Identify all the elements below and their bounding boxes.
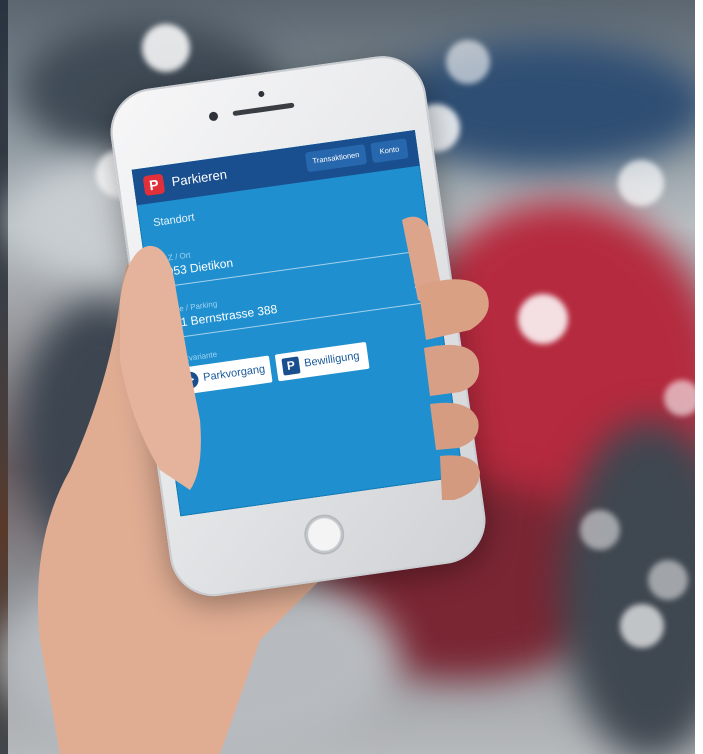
right-edge-white [695,0,703,754]
app-logo: P [142,173,166,197]
bokeh-light [580,510,620,550]
home-button[interactable] [301,511,347,558]
app-header: P Parkieren Transaktionen Konto [131,129,420,206]
bewilligung-button[interactable]: P Bewilligung [274,341,370,382]
section-title-standort: Standort [152,211,196,230]
proximity-sensor [257,90,265,98]
app-title: Parkieren [170,166,228,190]
parking-p-icon: P [281,356,301,376]
bokeh-light [446,40,490,84]
bokeh-light [648,560,688,600]
bokeh-light [618,160,664,206]
bokeh-light [142,24,190,72]
play-icon [180,370,200,390]
earpiece-speaker [232,102,295,117]
tab-konto[interactable]: Konto [370,138,409,164]
parkvorgang-button-label: Parkvorgang [202,363,266,384]
chevron-right-icon: › [412,275,420,292]
bokeh-light [518,294,568,344]
tab-transaktionen[interactable]: Transaktionen [304,144,368,173]
bokeh-light [620,604,664,648]
chevron-right-icon: › [405,223,413,241]
bewilligung-button-label: Bewilligung [303,349,361,370]
front-camera [208,111,219,122]
phone-screen: P Parkieren Transaktionen Konto Standort… [131,129,464,517]
